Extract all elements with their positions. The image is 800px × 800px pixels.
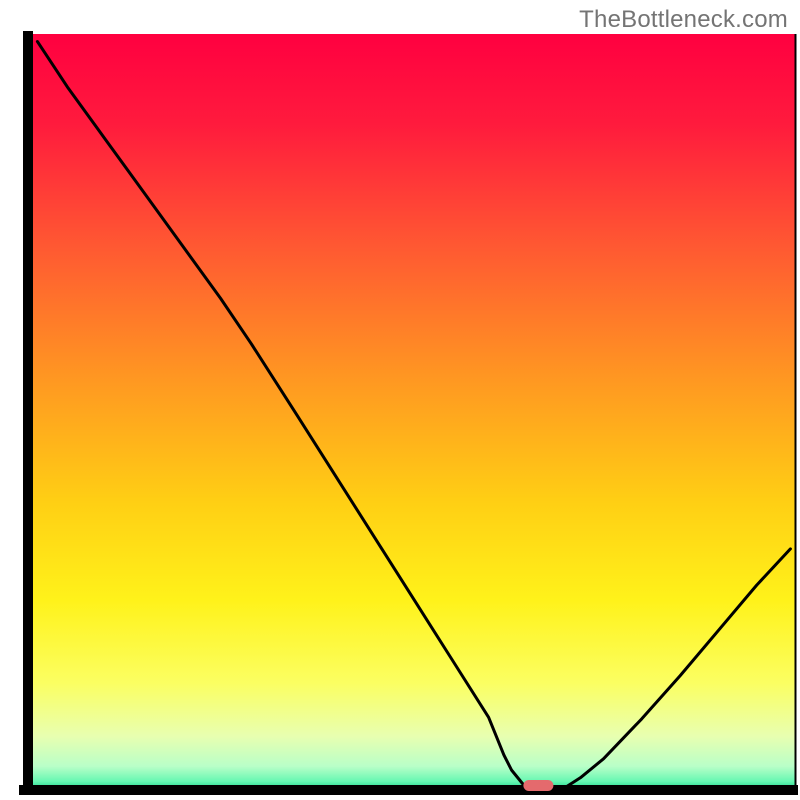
chart-svg	[0, 0, 800, 800]
optimal-marker	[523, 780, 553, 791]
watermark-text: TheBottleneck.com	[579, 6, 788, 34]
chart-container: TheBottleneck.com	[0, 0, 800, 800]
